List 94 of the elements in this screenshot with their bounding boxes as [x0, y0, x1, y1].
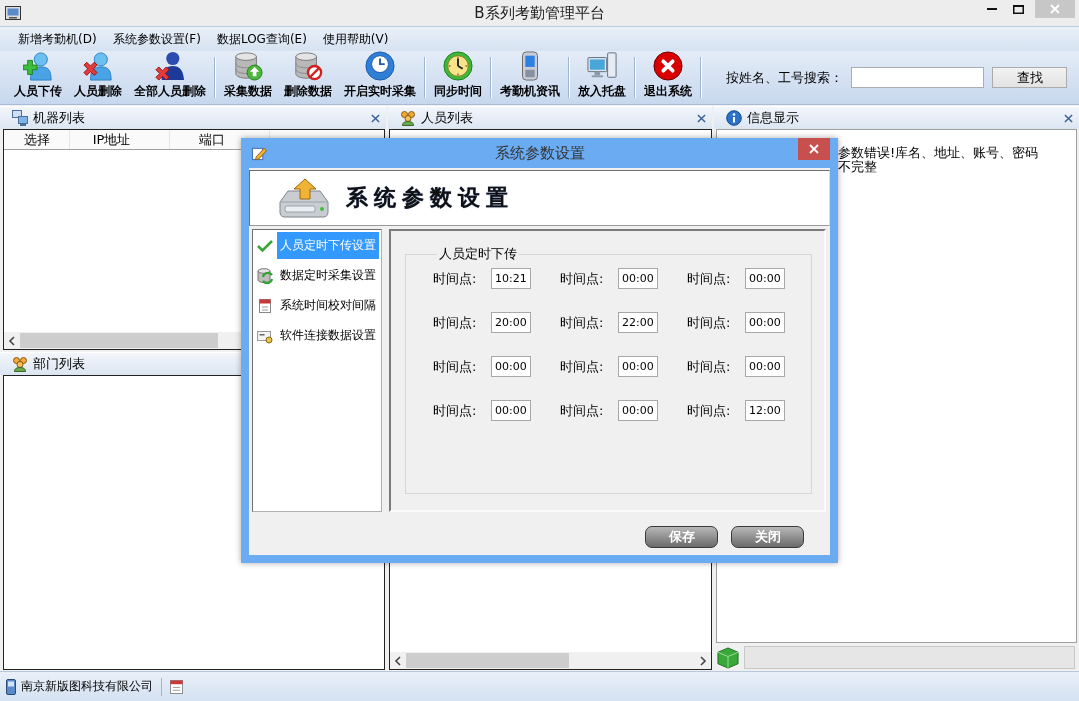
close-icon [809, 144, 819, 154]
horizontal-scrollbar[interactable] [390, 652, 711, 669]
people-icon [400, 110, 416, 126]
people-icon [12, 356, 28, 372]
person-plus-icon [23, 51, 53, 81]
info-text: 参数错误!库名、地址、账号、密码 [838, 146, 1040, 160]
scroll-left-icon[interactable] [8, 335, 16, 346]
column-header[interactable]: 选择 [4, 130, 70, 149]
info-text: 不完整 [838, 160, 877, 174]
panel-title: 人员列表 [421, 109, 473, 127]
time-label: 时间点: [560, 269, 605, 288]
close-icon[interactable] [371, 113, 380, 123]
panel-title: 机器列表 [33, 109, 85, 127]
close-icon [1050, 4, 1060, 14]
calendar-icon [170, 679, 183, 694]
time-field[interactable]: 00:00 [745, 312, 785, 333]
time-label: 时间点: [433, 357, 478, 376]
computer-icon [587, 51, 617, 81]
time-label: 时间点: [687, 401, 732, 420]
calendar-icon [257, 298, 273, 314]
time-label: 时间点: [433, 401, 478, 420]
clock-button-icon [365, 51, 395, 81]
x-circle-icon [653, 51, 683, 81]
menu-item[interactable]: 新增考勤机(D) [10, 28, 105, 50]
search-label: 按姓名、工号搜索： [726, 68, 843, 87]
menu-item[interactable]: 系统参数设置(F) [104, 28, 209, 50]
toolbar-button[interactable]: 删除数据 [278, 51, 338, 104]
card-icon [257, 328, 273, 344]
window-title: B系列考勤管理平台 [474, 3, 605, 23]
minimize-icon [987, 8, 997, 10]
time-field[interactable]: 20:00 [491, 312, 531, 333]
nav-item[interactable]: 软件连接数据设置 [277, 322, 379, 349]
time-label: 时间点: [687, 357, 732, 376]
clock-icon [443, 51, 473, 81]
phone-icon [6, 678, 16, 695]
menu-item[interactable]: 使用帮助(V) [314, 28, 397, 50]
toolbar-button[interactable]: 同步时间 [428, 51, 488, 104]
check-icon [257, 238, 273, 254]
toolbar-button[interactable]: 人员下传 [8, 51, 68, 104]
find-button[interactable]: 查找 [992, 67, 1067, 88]
toolbar-button[interactable]: 退出系统 [638, 51, 698, 104]
close-icon[interactable] [697, 113, 706, 123]
scrollbar-thumb[interactable] [406, 653, 569, 668]
time-field[interactable]: 00:00 [618, 356, 658, 377]
time-label: 时间点: [560, 313, 605, 332]
time-label: 时间点: [433, 269, 478, 288]
nav-item[interactable]: 系统时间校对间隔 [277, 292, 379, 319]
panel-title: 信息显示 [747, 109, 799, 127]
cube-icon [717, 646, 739, 669]
banner-title: 系统参数设置 [346, 183, 514, 212]
database-arrows-icon [257, 268, 273, 284]
silhouette-x-icon [155, 51, 185, 81]
panel-title: 部门列表 [33, 355, 85, 373]
time-field[interactable]: 10:21 [491, 268, 531, 289]
time-field[interactable]: 00:00 [618, 400, 658, 421]
maximize-icon [1012, 4, 1024, 14]
scrollbar-thumb[interactable] [20, 333, 218, 348]
column-header[interactable]: IP地址 [70, 130, 170, 149]
nav-item[interactable]: 数据定时采集设置 [277, 262, 379, 289]
drive-upload-icon [278, 178, 330, 218]
time-field[interactable]: 00:00 [745, 356, 785, 377]
scroll-right-icon[interactable] [699, 655, 707, 666]
group-title: 人员定时下传 [438, 245, 518, 263]
search-field[interactable] [851, 67, 984, 88]
time-field[interactable]: 22:00 [618, 312, 658, 333]
close-button[interactable] [798, 138, 830, 160]
time-field[interactable]: 00:00 [618, 268, 658, 289]
database-up-arrow-icon [233, 51, 263, 81]
toolbar-button[interactable]: 采集数据 [218, 51, 278, 104]
toolbar-button[interactable]: 人员删除 [68, 51, 128, 104]
info-icon [726, 110, 742, 126]
time-label: 时间点: [433, 313, 478, 332]
notepad-pencil-icon [252, 145, 267, 161]
menu-item[interactable]: 数据LOG查询(E) [208, 28, 315, 50]
person-x-icon [83, 51, 113, 81]
time-label: 时间点: [560, 357, 605, 376]
toolbar-button[interactable]: 开启实时采集 [338, 51, 422, 104]
monitors-icon [12, 110, 28, 126]
database-prohibited-icon [293, 51, 323, 81]
time-field[interactable]: 00:00 [491, 356, 531, 377]
time-field[interactable]: 00:00 [491, 400, 531, 421]
time-label: 时间点: [560, 401, 605, 420]
toolbar-button[interactable]: 考勤机资讯 [494, 51, 566, 104]
toolbar-button[interactable]: 放入托盘 [572, 51, 632, 104]
time-label: 时间点: [687, 313, 732, 332]
scroll-left-icon[interactable] [394, 655, 402, 666]
time-field[interactable]: 12:00 [745, 400, 785, 421]
app-icon [5, 6, 21, 20]
close-icon[interactable] [1064, 113, 1073, 123]
time-field[interactable]: 00:00 [745, 268, 785, 289]
dialog-title: 系统参数设置 [494, 143, 585, 163]
time-label: 时间点: [687, 269, 732, 288]
toolbar-button[interactable]: 全部人员删除 [128, 51, 212, 104]
company-name: 南京新版图科技有限公司 [21, 678, 153, 695]
